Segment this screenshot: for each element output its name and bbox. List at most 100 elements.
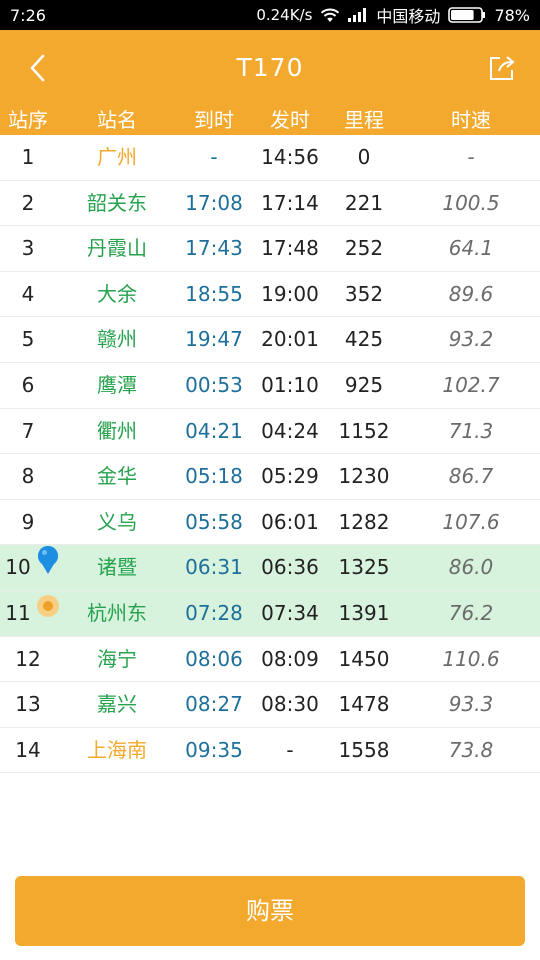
header: T170 站序 站名 到时 发时 里程 时速 — [0, 30, 540, 135]
departure-time: 04:24 — [261, 418, 319, 443]
status-indicators: 0.24K/s 中国移动 78% — [256, 3, 530, 27]
table-row[interactable]: 2 韶关东 17:08 17:14 221 100.5 — [0, 181, 540, 227]
page-title: T170 — [236, 53, 304, 82]
share-button[interactable] — [486, 52, 518, 84]
train-position-icon — [36, 591, 60, 621]
stop-seq: 10 — [5, 555, 31, 580]
station-name: 韶关东 — [87, 190, 147, 215]
average-speed: 86.7 — [448, 464, 494, 489]
table-row[interactable]: 9 义乌 05:58 06:01 1282 107.6 — [0, 500, 540, 546]
distance: 221 — [344, 190, 384, 215]
average-speed: 107.6 — [442, 509, 500, 534]
table-row[interactable]: 13 嘉兴 08:27 08:30 1478 93.3 — [0, 682, 540, 728]
share-icon — [490, 56, 515, 80]
departure-time: 08:09 — [261, 646, 319, 671]
average-speed: 76.2 — [448, 600, 494, 625]
distance: 1325 — [338, 555, 390, 580]
departure-time: 19:00 — [261, 281, 319, 306]
table-row[interactable]: 10 诸暨 06:31 06:36 1325 86.0 — [0, 545, 540, 591]
table-row[interactable]: 8 金华 05:18 05:29 1230 86.7 — [0, 454, 540, 500]
station-name: 杭州东 — [87, 600, 147, 625]
arrival-time: 05:18 — [185, 464, 243, 489]
stops-table: 1 广州 - 14:56 0 - 2 韶关东 17:08 17:14 221 100.5 3 丹霞山 17:… — [0, 135, 540, 774]
average-speed: 64.1 — [448, 236, 494, 261]
average-speed: - — [467, 145, 475, 169]
average-speed: 93.3 — [448, 692, 494, 717]
arrival-time: 08:27 — [185, 692, 243, 717]
average-speed: 73.8 — [448, 737, 494, 762]
average-speed: 86.0 — [448, 555, 494, 580]
battery-percent: 78% — [494, 5, 530, 25]
arrival-time: 00:53 — [185, 372, 243, 397]
distance: 0 — [357, 145, 371, 169]
carrier-name: 中国移动 — [376, 7, 441, 26]
departure-time: 17:48 — [261, 236, 319, 261]
table-row[interactable]: 11 杭州东 07:28 07:34 1391 76.2 — [0, 590, 540, 637]
arrival-time: - — [210, 145, 218, 169]
distance: 1450 — [338, 646, 390, 671]
location-pin-icon — [36, 545, 60, 575]
station-name: 鹰潭 — [97, 372, 137, 397]
stop-seq: 13 — [15, 692, 41, 717]
average-speed: 110.6 — [442, 646, 500, 671]
arrival-time: 17:43 — [185, 236, 243, 261]
distance: 1391 — [338, 600, 390, 625]
stop-seq: 8 — [21, 464, 35, 489]
column-headers: 站序 站名 到时 发时 里程 时速 — [0, 105, 540, 135]
station-name: 衢州 — [97, 418, 137, 443]
stop-seq: 3 — [21, 236, 35, 261]
arrival-time: 17:08 — [185, 190, 243, 215]
station-name: 大余 — [97, 281, 137, 306]
arrival-time: 18:55 — [185, 281, 243, 306]
table-row[interactable]: 3 丹霞山 17:43 17:48 252 64.1 — [0, 226, 540, 272]
distance: 1282 — [338, 509, 390, 534]
departure-time: 06:36 — [261, 555, 319, 580]
distance: 1558 — [338, 737, 390, 762]
departure-time: 06:01 — [261, 509, 319, 534]
arrival-time: 04:21 — [185, 418, 243, 443]
table-row[interactable]: 12 海宁 08:06 08:09 1450 110.6 — [0, 637, 540, 683]
arrival-time: 07:28 — [185, 600, 243, 625]
arrival-time: 19:47 — [185, 327, 243, 352]
station-name: 义乌 — [97, 509, 137, 534]
station-name: 嘉兴 — [97, 692, 137, 717]
station-name: 丹霞山 — [87, 236, 147, 261]
table-row[interactable]: 5 赣州 19:47 20:01 425 93.2 — [0, 317, 540, 363]
departure-time: 14:56 — [261, 145, 319, 169]
average-speed: 102.7 — [442, 372, 500, 397]
distance: 1230 — [338, 464, 390, 489]
table-row[interactable]: 7 衢州 04:21 04:24 1152 71.3 — [0, 409, 540, 455]
stop-seq: 1 — [21, 145, 35, 169]
column-header-distance: 里程 — [344, 108, 384, 132]
stop-seq: 7 — [21, 418, 35, 443]
station-name: 海宁 — [97, 646, 137, 671]
buy-ticket-button[interactable]: 购票 — [15, 876, 525, 946]
station-name: 诸暨 — [97, 555, 137, 580]
status-time: 7:26 — [10, 5, 46, 25]
column-header-departure: 发时 — [270, 108, 310, 132]
network-speed: 0.24K/s — [256, 6, 313, 24]
table-row[interactable]: 4 大余 18:55 19:00 352 89.6 — [0, 272, 540, 318]
table-row[interactable]: 1 广州 - 14:56 0 - — [0, 135, 540, 181]
stop-seq: 2 — [21, 190, 35, 215]
column-header-seq: 站序 — [8, 108, 48, 132]
station-name: 金华 — [97, 464, 137, 489]
wifi-icon — [320, 7, 340, 23]
distance: 352 — [344, 281, 384, 306]
departure-time: 17:14 — [261, 190, 319, 215]
arrival-time: 06:31 — [185, 555, 243, 580]
average-speed: 93.2 — [448, 327, 494, 352]
station-name: 上海南 — [87, 737, 147, 762]
stop-seq: 11 — [5, 600, 31, 625]
column-header-station: 站名 — [97, 108, 137, 132]
departure-time: 01:10 — [261, 372, 319, 397]
stop-seq: 12 — [15, 646, 41, 671]
stop-seq: 4 — [21, 281, 35, 306]
stop-seq: 14 — [15, 737, 41, 762]
distance: 1152 — [338, 418, 390, 443]
station-name: 广州 — [97, 145, 137, 169]
departure-time: 20:01 — [261, 327, 319, 352]
table-row[interactable]: 6 鹰潭 00:53 01:10 925 102.7 — [0, 363, 540, 409]
arrival-time: 08:06 — [185, 646, 243, 671]
table-row[interactable]: 14 上海南 09:35 - 1558 73.8 — [0, 728, 540, 774]
